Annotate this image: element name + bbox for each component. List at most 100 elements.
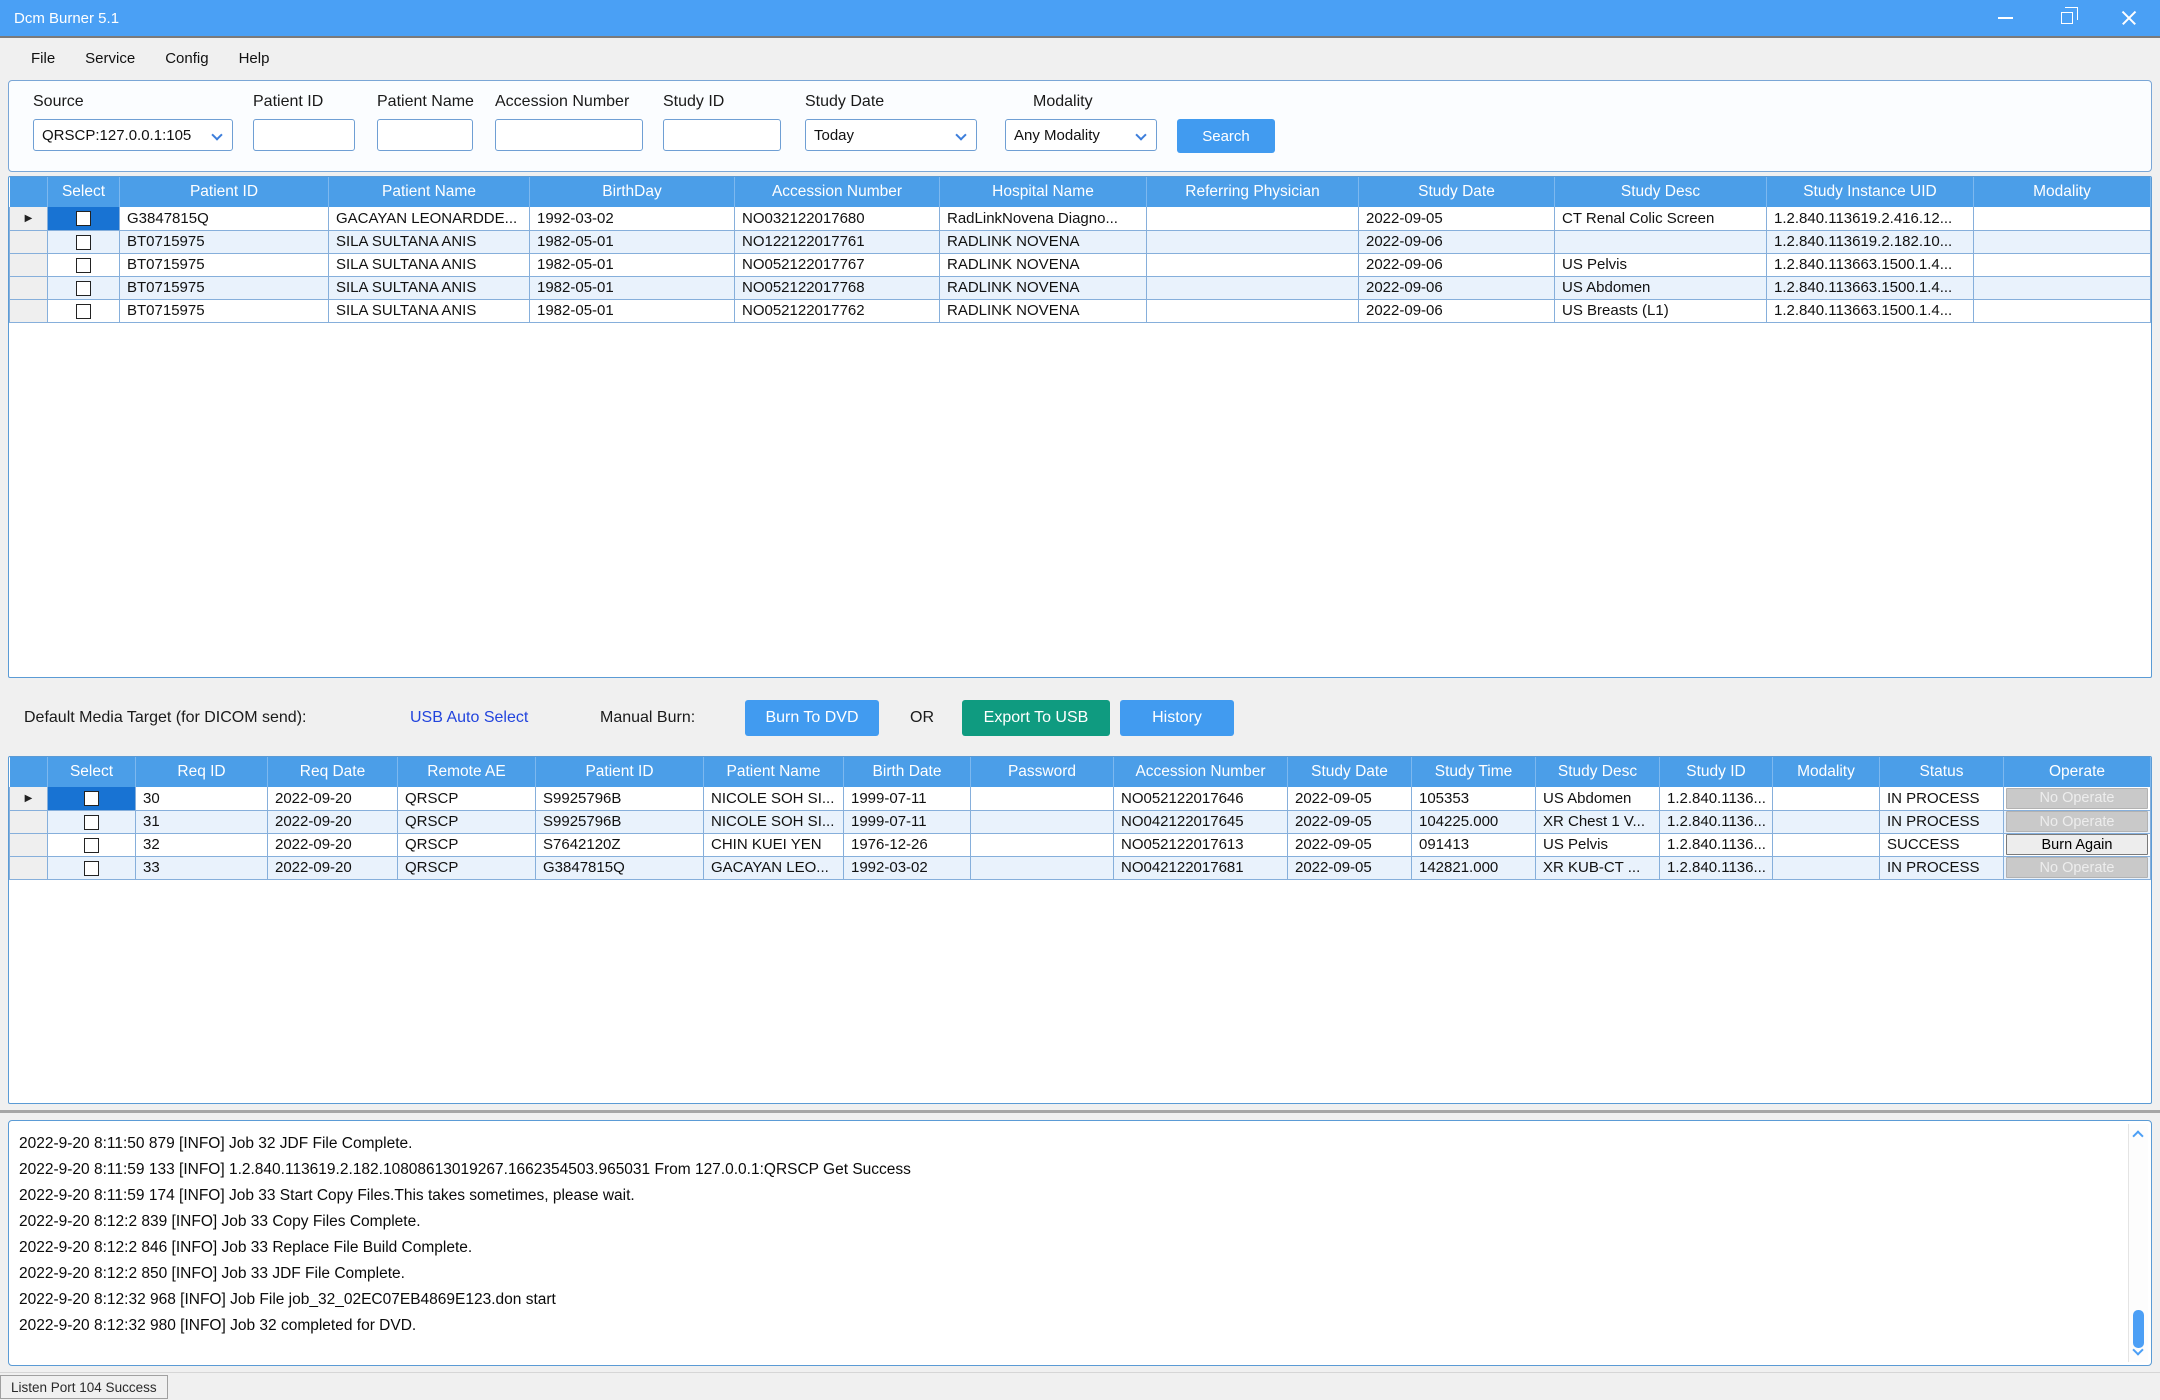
cell-referring[interactable] bbox=[1147, 253, 1359, 276]
column-header-study_desc[interactable]: Study Desc bbox=[1536, 757, 1660, 787]
cell-study_date[interactable]: 2022-09-06 bbox=[1359, 253, 1555, 276]
menu-help[interactable]: Help bbox=[224, 44, 285, 73]
cell-patient_name[interactable]: CHIN KUEI YEN bbox=[704, 833, 844, 856]
cell-patient_id[interactable]: BT0715975 bbox=[120, 276, 329, 299]
cell-req_id[interactable]: 31 bbox=[136, 810, 268, 833]
cell-study_desc[interactable]: XR Chest 1 V... bbox=[1536, 810, 1660, 833]
column-header-patient_id[interactable]: Patient ID bbox=[120, 177, 329, 207]
cell-study_time[interactable]: 104225.000 bbox=[1412, 810, 1536, 833]
study-date-select[interactable]: Today bbox=[805, 119, 977, 151]
row-selector[interactable] bbox=[10, 833, 48, 856]
no-operate-button[interactable]: No Operate bbox=[2006, 788, 2148, 809]
cell-modality[interactable] bbox=[1974, 207, 2151, 230]
row-selector[interactable] bbox=[10, 276, 48, 299]
column-header-birth_date[interactable]: Birth Date bbox=[844, 757, 971, 787]
cell-accession[interactable]: NO052122017646 bbox=[1114, 787, 1288, 810]
cell-operate[interactable]: Burn Again bbox=[2004, 833, 2151, 856]
cell-patient_id[interactable]: BT0715975 bbox=[120, 253, 329, 276]
table-row[interactable]: 312022-09-20QRSCPS9925796BNICOLE SOH SI.… bbox=[10, 810, 2151, 833]
cell-birth_date[interactable]: 1999-07-11 bbox=[844, 787, 971, 810]
cell-modality[interactable] bbox=[1974, 276, 2151, 299]
cell-hospital[interactable]: RADLINK NOVENA bbox=[940, 253, 1147, 276]
row-checkbox[interactable] bbox=[76, 211, 91, 226]
cell-modality[interactable] bbox=[1974, 253, 2151, 276]
menu-file[interactable]: File bbox=[16, 44, 70, 73]
cell-req_id[interactable]: 30 bbox=[136, 787, 268, 810]
column-header-study_date[interactable]: Study Date bbox=[1288, 757, 1412, 787]
column-header-modality[interactable]: Modality bbox=[1773, 757, 1880, 787]
burn-again-button[interactable]: Burn Again bbox=[2006, 834, 2148, 855]
cell-referring[interactable] bbox=[1147, 230, 1359, 253]
source-select[interactable]: QRSCP:127.0.0.1:105 bbox=[33, 119, 233, 151]
row-checkbox[interactable] bbox=[84, 815, 99, 830]
burn-to-dvd-button[interactable]: Burn To DVD bbox=[745, 700, 879, 736]
table-row[interactable]: BT0715975SILA SULTANA ANIS1982-05-01NO12… bbox=[10, 230, 2151, 253]
cell-select[interactable] bbox=[48, 207, 120, 230]
cell-req_id[interactable]: 33 bbox=[136, 856, 268, 879]
cell-birthday[interactable]: 1982-05-01 bbox=[530, 276, 735, 299]
cell-study_desc[interactable]: CT Renal Colic Screen bbox=[1555, 207, 1767, 230]
cell-accession[interactable]: NO042122017645 bbox=[1114, 810, 1288, 833]
cell-study_date[interactable]: 2022-09-06 bbox=[1359, 299, 1555, 322]
table-row[interactable]: BT0715975SILA SULTANA ANIS1982-05-01NO05… bbox=[10, 253, 2151, 276]
row-checkbox[interactable] bbox=[84, 861, 99, 876]
cell-operate[interactable]: No Operate bbox=[2004, 856, 2151, 879]
cell-select[interactable] bbox=[48, 810, 136, 833]
cell-patient_name[interactable]: SILA SULTANA ANIS bbox=[329, 276, 530, 299]
cell-accession[interactable]: NO122122017761 bbox=[735, 230, 940, 253]
modality-select[interactable]: Any Modality bbox=[1005, 119, 1157, 151]
menu-service[interactable]: Service bbox=[70, 44, 150, 73]
cell-hospital[interactable]: RADLINK NOVENA bbox=[940, 276, 1147, 299]
column-header-select[interactable]: Select bbox=[48, 757, 136, 787]
column-header-patient_id[interactable]: Patient ID bbox=[536, 757, 704, 787]
patient-id-input[interactable] bbox=[253, 119, 355, 151]
cell-birthday[interactable]: 1982-05-01 bbox=[530, 230, 735, 253]
cell-birth_date[interactable]: 1992-03-02 bbox=[844, 856, 971, 879]
cell-password[interactable] bbox=[971, 856, 1114, 879]
column-header-referring[interactable]: Referring Physician bbox=[1147, 177, 1359, 207]
cell-patient_id[interactable]: G3847815Q bbox=[120, 207, 329, 230]
row-selector[interactable] bbox=[10, 810, 48, 833]
cell-study_desc[interactable] bbox=[1555, 230, 1767, 253]
cell-referring[interactable] bbox=[1147, 207, 1359, 230]
cell-study_date[interactable]: 2022-09-05 bbox=[1288, 856, 1412, 879]
cell-study_desc[interactable]: XR KUB-CT ... bbox=[1536, 856, 1660, 879]
cell-uid[interactable]: 1.2.840.113663.1500.1.4... bbox=[1767, 276, 1974, 299]
cell-status[interactable]: IN PROCESS bbox=[1880, 810, 2004, 833]
column-header-study_date[interactable]: Study Date bbox=[1359, 177, 1555, 207]
column-header-remote_ae[interactable]: Remote AE bbox=[398, 757, 536, 787]
row-selector[interactable] bbox=[10, 230, 48, 253]
cell-select[interactable] bbox=[48, 833, 136, 856]
cell-remote_ae[interactable]: QRSCP bbox=[398, 833, 536, 856]
row-checkbox[interactable] bbox=[76, 258, 91, 273]
table-row[interactable]: ▶G3847815QGACAYAN LEONARDDE...1992-03-02… bbox=[10, 207, 2151, 230]
cell-hospital[interactable]: RADLINK NOVENA bbox=[940, 230, 1147, 253]
cell-study_date[interactable]: 2022-09-05 bbox=[1288, 810, 1412, 833]
no-operate-button[interactable]: No Operate bbox=[2006, 811, 2148, 832]
cell-patient_name[interactable]: SILA SULTANA ANIS bbox=[329, 253, 530, 276]
column-header-req_date[interactable]: Req Date bbox=[268, 757, 398, 787]
restore-button[interactable] bbox=[2036, 0, 2098, 36]
row-checkbox[interactable] bbox=[84, 791, 99, 806]
column-header-modality[interactable]: Modality bbox=[1974, 177, 2151, 207]
column-header-req_id[interactable]: Req ID bbox=[136, 757, 268, 787]
cell-uid[interactable]: 1.2.840.113663.1500.1.4... bbox=[1767, 299, 1974, 322]
cell-select[interactable] bbox=[48, 787, 136, 810]
cell-study_id[interactable]: 1.2.840.1136... bbox=[1660, 856, 1773, 879]
cell-password[interactable] bbox=[971, 810, 1114, 833]
menu-config[interactable]: Config bbox=[150, 44, 223, 73]
cell-modality[interactable] bbox=[1773, 856, 1880, 879]
cell-study_time[interactable]: 105353 bbox=[1412, 787, 1536, 810]
cell-status[interactable]: IN PROCESS bbox=[1880, 787, 2004, 810]
column-header-study_desc[interactable]: Study Desc bbox=[1555, 177, 1767, 207]
cell-accession[interactable]: NO042122017681 bbox=[1114, 856, 1288, 879]
log-scrollbar[interactable] bbox=[2128, 1124, 2148, 1362]
cell-birth_date[interactable]: 1976-12-26 bbox=[844, 833, 971, 856]
splitter[interactable] bbox=[0, 1110, 2160, 1113]
column-header-birthday[interactable]: BirthDay bbox=[530, 177, 735, 207]
cell-patient_name[interactable]: SILA SULTANA ANIS bbox=[329, 299, 530, 322]
column-header-patient_name[interactable]: Patient Name bbox=[704, 757, 844, 787]
cell-req_date[interactable]: 2022-09-20 bbox=[268, 856, 398, 879]
cell-accession[interactable]: NO052122017768 bbox=[735, 276, 940, 299]
cell-study_desc[interactable]: US Pelvis bbox=[1536, 833, 1660, 856]
